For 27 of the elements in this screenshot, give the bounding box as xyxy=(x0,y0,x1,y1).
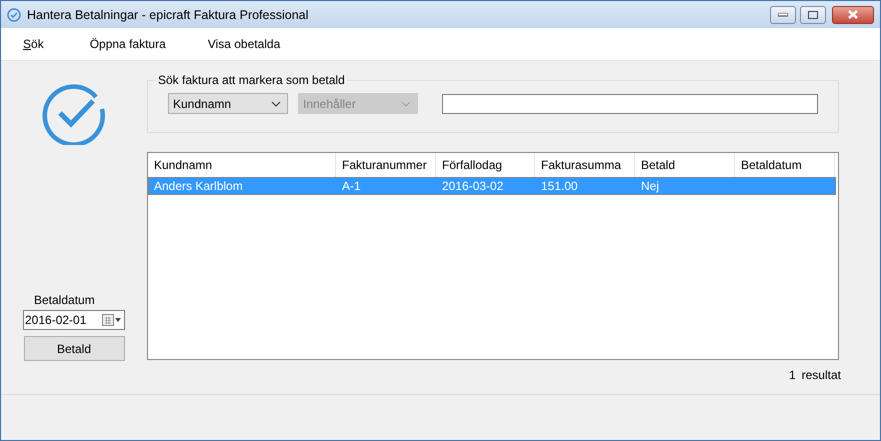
menu-item[interactable]: Sök xyxy=(15,37,52,51)
close-icon xyxy=(847,10,859,19)
check-circle-icon xyxy=(7,8,21,22)
table-cell-text: A-1 xyxy=(341,178,362,195)
result-label: resultat xyxy=(802,368,841,382)
maximize-icon xyxy=(808,10,818,18)
menu-item[interactable]: Öppna faktura xyxy=(82,37,174,51)
table-cell-text: 2016-03-02 xyxy=(441,178,504,195)
chevron-down-icon xyxy=(271,100,281,106)
date-picker[interactable]: 2016-02-01 xyxy=(23,310,125,330)
search-field[interactable] xyxy=(442,94,818,114)
table-cell-text: 151.00 xyxy=(540,178,579,195)
minimize-icon xyxy=(778,12,788,16)
chevron-down-icon xyxy=(401,100,411,106)
minimize-button[interactable] xyxy=(770,6,796,24)
table-cell-text: Nej xyxy=(640,178,660,195)
paid-button[interactable]: Betald xyxy=(24,336,124,361)
maximize-button[interactable] xyxy=(800,6,826,24)
close-button[interactable] xyxy=(832,6,874,24)
group-title: Sök faktura att markera som betald xyxy=(157,73,346,87)
menu-item[interactable]: Visa obetalda xyxy=(200,37,288,51)
table-cell-text: Anders Karlblom xyxy=(153,178,244,195)
window-title: Hantera Betalningar - epicraft Faktura Professional xyxy=(27,8,310,22)
field-dropdown[interactable]: Kundnamn xyxy=(168,93,288,114)
calendar-icon xyxy=(102,314,122,326)
date-label: Betaldatum xyxy=(34,293,95,307)
result-count: 1 xyxy=(788,368,796,382)
